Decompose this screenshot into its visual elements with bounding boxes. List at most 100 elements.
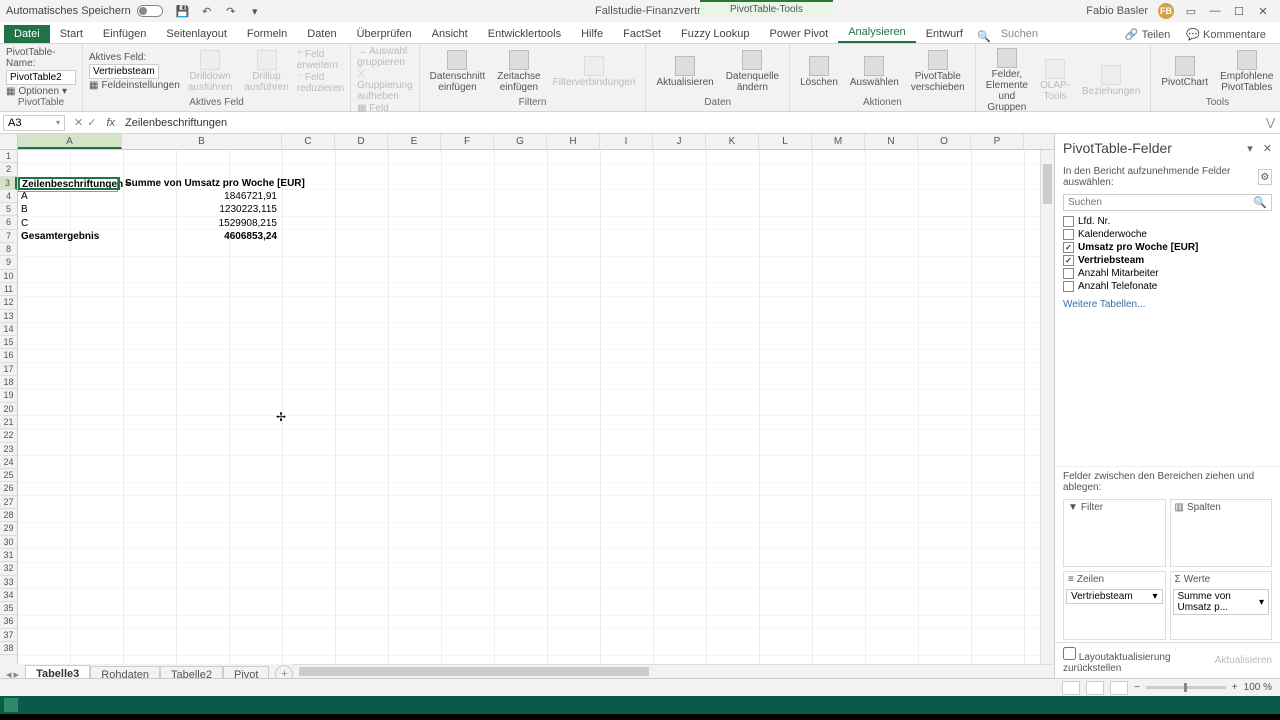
select-all-corner[interactable] (0, 134, 18, 149)
row-header-37[interactable]: 37 (0, 629, 17, 642)
active-field-input[interactable] (89, 64, 159, 79)
row-header-10[interactable]: 10 (0, 270, 17, 283)
comments-button[interactable]: 💬 Kommentare (1180, 26, 1272, 43)
tab-daten[interactable]: Daten (297, 25, 346, 43)
filter-drop-zone[interactable]: ▼ Filter (1063, 499, 1166, 568)
taskbar[interactable] (0, 696, 1280, 714)
row-header-20[interactable]: 20 (0, 403, 17, 416)
col-header-a[interactable]: A (18, 134, 122, 149)
panel-close-icon[interactable]: ✕ (1263, 142, 1272, 155)
row-header-18[interactable]: 18 (0, 376, 17, 389)
tab-factset[interactable]: FactSet (613, 25, 671, 43)
row-header-13[interactable]: 13 (0, 310, 17, 323)
row-header-16[interactable]: 16 (0, 349, 17, 362)
col-header-i[interactable]: I (600, 134, 653, 149)
tab-entwicklertools[interactable]: Entwicklertools (478, 25, 571, 43)
tab-hilfe[interactable]: Hilfe (571, 25, 613, 43)
fields-items-button[interactable]: Felder, Elemente und Gruppen (982, 46, 1032, 115)
col-header-f[interactable]: F (441, 134, 494, 149)
move-pivot-button[interactable]: PivotTable verschieben (907, 48, 969, 95)
minimize-icon[interactable]: — (1208, 4, 1222, 18)
values-drop-zone[interactable]: Σ Werte Summe von Umsatz p...▾ (1170, 571, 1273, 640)
row-header-5[interactable]: 5 (0, 203, 17, 216)
tab-formeln[interactable]: Formeln (237, 25, 297, 43)
row-header-24[interactable]: 24 (0, 456, 17, 469)
pivot-row-label-header[interactable]: Zeilenbeschriftungen (18, 177, 118, 192)
tab-seitenlayout[interactable]: Seitenlayout (156, 25, 237, 43)
col-header-k[interactable]: K (706, 134, 759, 149)
rows-zone-item[interactable]: Vertriebsteam▾ (1066, 589, 1163, 604)
share-button[interactable]: 🔗 Teilen (1119, 26, 1176, 43)
undo-icon[interactable]: ↶ (199, 3, 215, 19)
insert-timeline-button[interactable]: Zeitachse einfügen (493, 48, 544, 95)
field-item-3[interactable]: Vertriebsteam (1063, 254, 1272, 267)
row-header-27[interactable]: 27 (0, 496, 17, 509)
tab-powerpivot[interactable]: Power Pivot (760, 25, 839, 43)
row-header-12[interactable]: 12 (0, 296, 17, 309)
maximize-icon[interactable]: ☐ (1232, 4, 1246, 18)
row-header-35[interactable]: 35 (0, 602, 17, 615)
horizontal-scrollbar[interactable] (293, 664, 1054, 678)
field-checkbox[interactable] (1063, 242, 1074, 253)
pivot-row-c[interactable]: C (18, 217, 31, 230)
sheet-tab-tabelle3[interactable]: Tabelle3 (25, 665, 90, 679)
tab-entwurf[interactable]: Entwurf (916, 25, 973, 43)
field-checkbox[interactable] (1063, 255, 1074, 266)
panel-dropdown-icon[interactable]: ▾ (1247, 142, 1253, 155)
field-settings-button[interactable]: ▦ Feldeinstellungen (89, 80, 180, 91)
field-search[interactable]: 🔍 (1063, 194, 1272, 211)
more-tables-link[interactable]: Weitere Tabellen... (1055, 295, 1280, 314)
row-header-34[interactable]: 34 (0, 589, 17, 602)
avatar[interactable]: FB (1158, 3, 1174, 19)
cancel-formula-icon[interactable]: ✕ (74, 116, 83, 129)
row-header-8[interactable]: 8 (0, 243, 17, 256)
pagebreak-view-icon[interactable] (1110, 681, 1128, 695)
panel-layout-icon[interactable]: ⚙ (1258, 169, 1272, 185)
row-header-14[interactable]: 14 (0, 323, 17, 336)
col-header-g[interactable]: G (494, 134, 547, 149)
row-header-30[interactable]: 30 (0, 536, 17, 549)
pivot-total-label[interactable]: Gesamtergebnis (18, 230, 102, 243)
col-header-b[interactable]: B (122, 134, 282, 149)
expand-formula-icon[interactable]: ⋁ (1266, 116, 1280, 129)
row-header-2[interactable]: 2 (0, 163, 17, 176)
field-checkbox[interactable] (1063, 281, 1074, 292)
row-header-25[interactable]: 25 (0, 469, 17, 482)
row-header-31[interactable]: 31 (0, 549, 17, 562)
pivot-options-button[interactable]: ▦ Optionen ▾ (6, 86, 76, 97)
row-header-9[interactable]: 9 (0, 256, 17, 269)
field-item-4[interactable]: Anzahl Mitarbeiter (1063, 267, 1272, 280)
row-header-22[interactable]: 22 (0, 429, 17, 442)
row-header-21[interactable]: 21 (0, 416, 17, 429)
row-header-19[interactable]: 19 (0, 389, 17, 402)
tab-fuzzylookup[interactable]: Fuzzy Lookup (671, 25, 759, 43)
zoom-out-icon[interactable]: − (1134, 682, 1140, 693)
col-header-d[interactable]: D (335, 134, 388, 149)
field-item-0[interactable]: Lfd. Nr. (1063, 215, 1272, 228)
col-header-m[interactable]: M (812, 134, 865, 149)
pivot-row-a[interactable]: A (18, 190, 31, 203)
redo-icon[interactable]: ↷ (223, 3, 239, 19)
pivot-val-c[interactable]: 1529908,215 (122, 217, 280, 230)
field-checkbox[interactable] (1063, 268, 1074, 279)
rows-drop-zone[interactable]: ≡ Zeilen Vertriebsteam▾ (1063, 571, 1166, 640)
col-header-c[interactable]: C (282, 134, 335, 149)
col-header-l[interactable]: L (759, 134, 812, 149)
add-sheet-button[interactable]: + (275, 665, 293, 678)
col-header-p[interactable]: P (971, 134, 1024, 149)
col-header-o[interactable]: O (918, 134, 971, 149)
col-header-e[interactable]: E (388, 134, 441, 149)
search-icon[interactable]: 🔍 (977, 30, 991, 43)
taskbar-app-icon[interactable] (4, 698, 18, 712)
ribbon-display-icon[interactable]: ▭ (1184, 4, 1198, 18)
pivot-total-value[interactable]: 4606853,24 (122, 230, 280, 243)
row-header-38[interactable]: 38 (0, 642, 17, 655)
field-item-1[interactable]: Kalenderwoche (1063, 228, 1272, 241)
pivotchart-button[interactable]: PivotChart (1157, 54, 1212, 90)
row-headers[interactable]: 1234567891011121314151617181920212223242… (0, 150, 18, 664)
spreadsheet-grid[interactable]: A B C D E F G H I J K L M N O P 12345678… (0, 134, 1054, 678)
fx-icon[interactable]: fx (102, 117, 119, 129)
pivot-name-input[interactable] (6, 70, 76, 85)
formula-input[interactable]: Zeilenbeschriftungen (119, 116, 1266, 130)
save-icon[interactable]: 💾 (175, 3, 191, 19)
